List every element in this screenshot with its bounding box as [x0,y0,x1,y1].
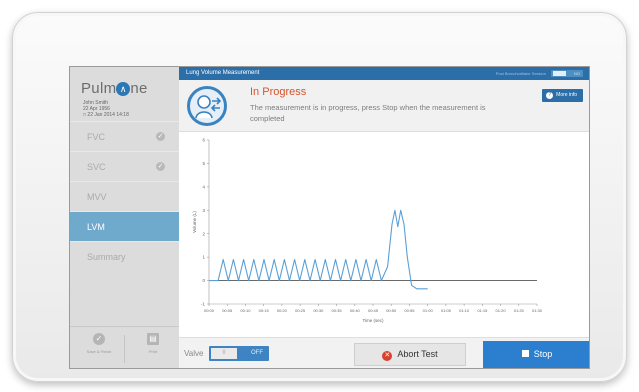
status-panel: In Progress The measurement is in progre… [179,80,589,132]
x-tick-label: 01:05 [441,308,452,313]
x-axis-label: Time (sec) [362,318,384,323]
sidebar-item-label: FVC [87,132,105,142]
y-tick-label: 3 [202,208,205,213]
session-date: □ 22 Jan 2014 14:18 [83,112,129,118]
check-icon: ✓ [156,162,165,171]
x-tick-label: 00:10 [240,308,251,313]
y-tick-label: 5 [202,161,205,166]
more-info-button[interactable]: ? More info [542,89,583,102]
check-circle-icon: ✓ [93,333,105,345]
valve-toggle[interactable]: II OFF [209,346,269,361]
y-axis-label: Volume (L) [192,211,197,233]
post-bronchodilator-label: Post Bronchodilator Session [495,71,546,76]
sidebar-item-label: Summary [87,252,126,262]
status-title: In Progress [250,86,307,98]
x-tick-label: 00:15 [259,308,270,313]
printer-icon: ▤ [147,333,159,345]
sidebar: Pulm ∧ ne John Smith 22 Apr 1956 □ 22 Jan … [70,67,179,368]
calendar-icon: □ [83,112,87,118]
stop-icon [521,350,529,357]
sidebar-item-mvv[interactable]: MVV [70,181,179,211]
sidebar-item-svc[interactable]: SVC ✓ [70,151,179,181]
x-tick-label: 00:30 [313,308,324,313]
post-bronchodilator-toggle[interactable]: NO [551,70,583,77]
x-tick-label: 00:35 [332,308,343,313]
y-tick-label: 4 [202,184,205,189]
valve-label: Valve [184,349,204,358]
volume-trace-line [209,209,428,290]
x-tick-label: 01:20 [496,308,507,313]
question-icon: ? [546,92,554,99]
page-title: Lung Volume Measurement [186,70,260,76]
volume-chart: -1 0 1 2 3 4 5 6 00:00 00:05 00:10 00:15 00:20 00:25 0… [179,132,589,334]
sidebar-item-label: MVV [87,192,107,202]
y-tick-label: -1 [201,302,205,307]
x-tick-label: 00:05 [222,308,233,313]
print-button[interactable]: ▤ Print [128,331,178,354]
x-tick-label: 01:10 [459,308,470,313]
patient-breathing-icon [187,86,227,126]
x-tick-label: 01:25 [514,308,525,313]
title-bar: Lung Volume Measurement Post Bronchodila… [179,67,589,80]
app-screen: Pulm ∧ ne John Smith 22 Apr 1956 □ 22 Jan … [69,66,590,369]
x-tick-label: 00:20 [277,308,288,313]
x-tick-label: 01:00 [423,308,434,313]
patient-info: John Smith 22 Apr 1956 □ 22 Jan 2014 14:… [83,100,129,118]
logo-mark-icon: ∧ [116,82,131,96]
abort-test-button[interactable]: ✕ Abort Test [354,343,466,366]
tablet-frame: Pulm ∧ ne John Smith 22 Apr 1956 □ 22 Jan … [12,12,627,382]
y-tick-label: 0 [202,278,205,283]
y-tick-label: 6 [202,138,205,143]
sidebar-item-summary[interactable]: Summary [70,241,179,271]
stop-button[interactable]: Stop [483,341,589,368]
y-tick-label: 2 [202,231,205,236]
sidebar-item-label: SVC [87,162,106,172]
x-tick-label: 01:30 [532,308,543,313]
volume-time-plot: -1 0 1 2 3 4 5 6 00:00 00:05 00:10 00:15 00:20 00:25 0… [192,138,543,323]
app-logo: Pulm ∧ ne [81,80,148,97]
x-tick-label: 00:00 [204,308,215,313]
valve-toggle-knob: II [211,348,237,359]
status-message: The measurement is in progress, press St… [250,103,486,123]
divider [124,335,125,363]
control-bar: Valve II OFF ✕ Abort Test Stop [179,337,589,368]
sidebar-item-lvm[interactable]: LVM [70,211,179,241]
sidebar-actions: ✓ Save & Finish ▤ Print [70,326,179,368]
x-tick-label: 01:15 [477,308,488,313]
x-tick-label: 00:55 [404,308,415,313]
sidebar-item-label: LVM [87,222,105,232]
x-tick-label: 00:45 [368,308,379,313]
save-finish-button[interactable]: ✓ Save & Finish [74,331,124,354]
valve-off-label: OFF [251,350,263,356]
x-tick-label: 00:25 [295,308,306,313]
check-icon: ✓ [156,132,165,141]
x-tick-label: 00:50 [386,308,397,313]
x-tick-label: 00:40 [350,308,361,313]
close-icon: ✕ [382,351,393,361]
sidebar-item-fvc[interactable]: FVC ✓ [70,121,179,151]
y-tick-label: 1 [202,255,205,260]
